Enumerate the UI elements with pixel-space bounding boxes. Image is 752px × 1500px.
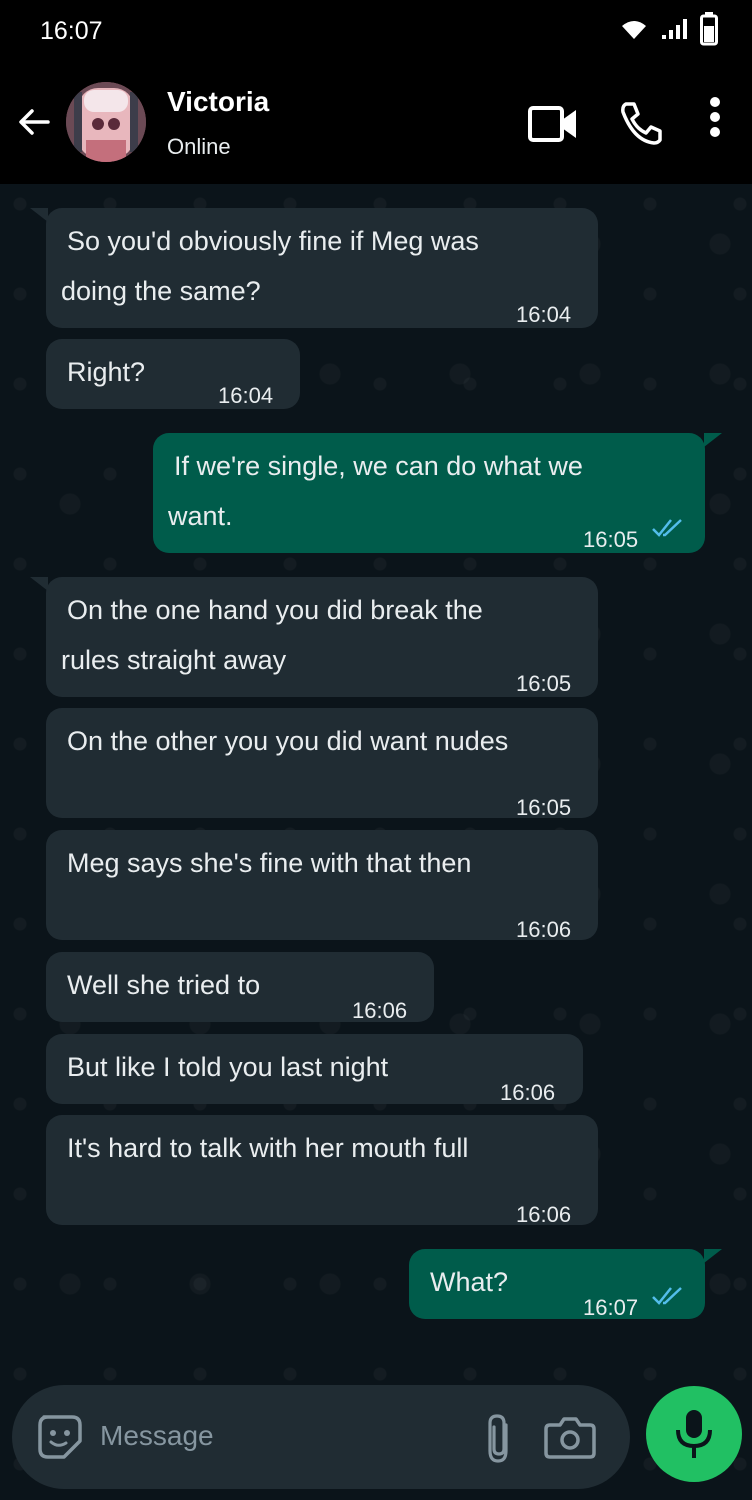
microphone-icon bbox=[676, 1410, 712, 1458]
signal-icon bbox=[662, 19, 687, 39]
chat-area[interactable]: So you'd obviously fine if Meg was doing… bbox=[0, 184, 752, 1500]
bubble-tail bbox=[30, 208, 48, 222]
message-line: want. bbox=[168, 501, 233, 531]
chat-header: Victoria Online bbox=[0, 64, 752, 184]
message-text: So you'd obviously fine if Meg was doing… bbox=[61, 216, 479, 316]
message-line: On the one hand you did break the bbox=[67, 595, 483, 625]
message-time: 16:05 bbox=[516, 795, 572, 820]
message-incoming[interactable]: On the one hand you did break the rules … bbox=[46, 577, 598, 697]
message-text: On the other you you did want nudes bbox=[67, 716, 508, 766]
message-text: What? bbox=[430, 1257, 508, 1307]
mic-button[interactable] bbox=[646, 1386, 742, 1482]
contact-name[interactable]: Victoria bbox=[167, 86, 269, 118]
arrow-left-icon[interactable] bbox=[14, 102, 54, 142]
avatar-image bbox=[66, 82, 146, 162]
message-outgoing[interactable]: What? 16:07 bbox=[409, 1249, 705, 1320]
message-line: Meg says she's fine with that then bbox=[67, 848, 472, 878]
message-incoming[interactable]: So you'd obviously fine if Meg was doing… bbox=[46, 208, 598, 328]
message-line: So you'd obviously fine if Meg was bbox=[67, 226, 479, 256]
avatar[interactable] bbox=[66, 82, 146, 162]
sticker-icon[interactable] bbox=[36, 1413, 84, 1461]
message-time: 16:06 bbox=[516, 917, 572, 942]
phone-icon[interactable] bbox=[618, 100, 664, 146]
double-check-icon bbox=[652, 519, 682, 537]
battery-icon bbox=[700, 12, 718, 46]
message-line: rules straight away bbox=[61, 645, 287, 675]
message-time: 16:05 bbox=[516, 671, 572, 696]
message-time: 16:06 bbox=[516, 1202, 572, 1227]
message-incoming[interactable]: It's hard to talk with her mouth full 16… bbox=[46, 1115, 598, 1227]
message-line: Well she tried to bbox=[67, 970, 261, 1000]
message-composer[interactable]: Message bbox=[12, 1385, 630, 1489]
message-input[interactable]: Message bbox=[100, 1420, 214, 1452]
message-time: 16:07 bbox=[583, 1295, 639, 1320]
message-line: What? bbox=[430, 1267, 509, 1297]
message-text: Right? bbox=[67, 347, 145, 397]
status-bar: 16:07 bbox=[0, 0, 752, 64]
message-incoming[interactable]: But like I told you last night 16:06 bbox=[46, 1034, 583, 1105]
double-check-icon bbox=[652, 1287, 682, 1305]
message-incoming[interactable]: On the other you you did want nudes 16:0… bbox=[46, 708, 598, 820]
message-line: If we're single, we can do what we bbox=[174, 451, 583, 481]
message-incoming[interactable]: Well she tried to 16:06 bbox=[46, 952, 434, 1023]
message-time: 16:04 bbox=[516, 302, 572, 327]
bubble-tail bbox=[704, 1249, 722, 1263]
message-time: 16:05 bbox=[583, 527, 639, 552]
bubble-tail bbox=[704, 433, 722, 447]
contact-status: Online bbox=[167, 134, 231, 159]
message-outgoing[interactable]: If we're single, we can do what we want.… bbox=[153, 433, 705, 553]
more-vertical-icon[interactable] bbox=[706, 96, 724, 140]
message-text: If we're single, we can do what we want. bbox=[168, 441, 583, 541]
paperclip-icon[interactable] bbox=[482, 1413, 518, 1465]
camera-icon[interactable] bbox=[544, 1415, 596, 1461]
message-incoming[interactable]: Right? 16:04 bbox=[46, 339, 300, 409]
message-line: On the other you you did want nudes bbox=[67, 726, 509, 756]
status-icons bbox=[620, 12, 718, 46]
wifi-icon bbox=[622, 21, 646, 39]
message-text: But like I told you last night bbox=[67, 1042, 388, 1092]
bubble-tail bbox=[30, 577, 48, 591]
message-text: Meg says she's fine with that then bbox=[67, 838, 471, 888]
message-line: It's hard to talk with her mouth full bbox=[67, 1133, 469, 1163]
message-line: Right? bbox=[67, 357, 146, 387]
message-line: But like I told you last night bbox=[67, 1052, 389, 1082]
status-time: 16:07 bbox=[40, 17, 103, 45]
message-text: On the one hand you did break the rules … bbox=[61, 585, 483, 685]
message-time: 16:04 bbox=[218, 383, 274, 408]
message-time: 16:06 bbox=[500, 1080, 556, 1105]
message-text: Well she tried to bbox=[67, 960, 260, 1010]
message-text: It's hard to talk with her mouth full bbox=[67, 1123, 468, 1173]
video-camera-icon[interactable] bbox=[528, 106, 578, 142]
message-time: 16:06 bbox=[352, 998, 408, 1023]
message-incoming[interactable]: Meg says she's fine with that then 16:06 bbox=[46, 830, 598, 942]
message-line: doing the same? bbox=[61, 276, 261, 306]
